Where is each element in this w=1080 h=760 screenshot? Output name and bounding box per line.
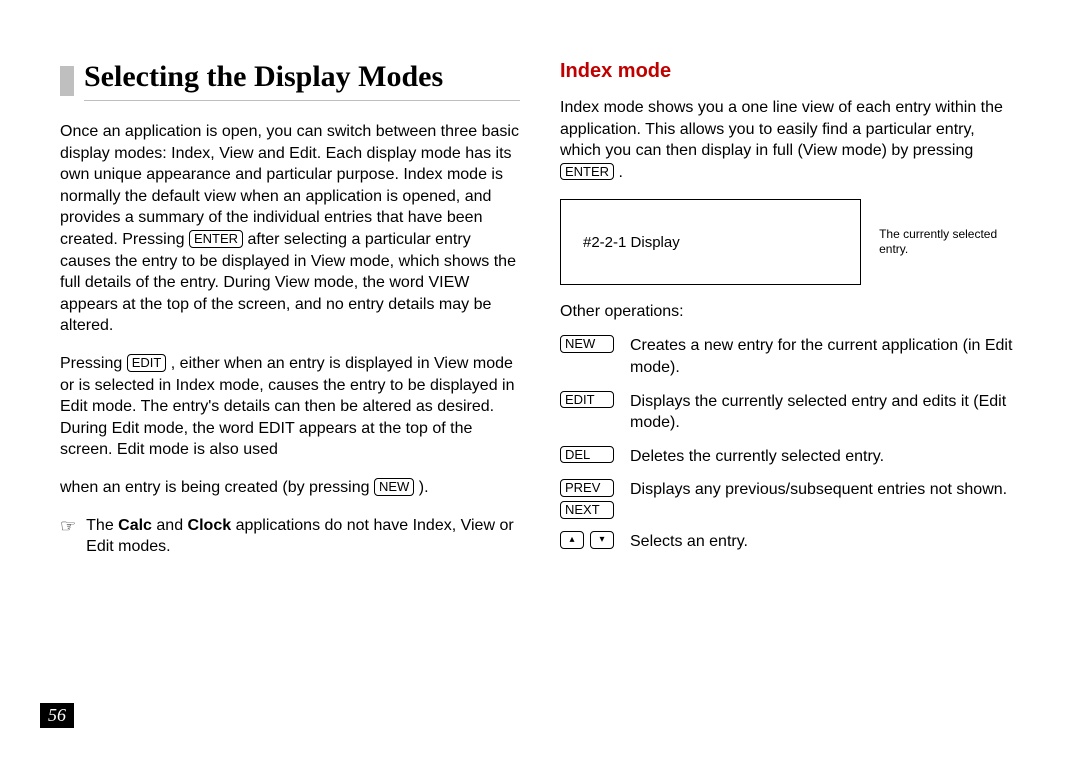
left-column: Selecting the Display Modes Once an appl… (60, 60, 520, 574)
new-key-icon-2: NEW (560, 335, 614, 353)
manual-page: Selecting the Display Modes Once an appl… (0, 0, 1080, 760)
op-row-new: NEW Creates a new entry for the current … (560, 335, 1020, 378)
op-keys: NEW (560, 335, 614, 353)
page-number: 56 (40, 703, 74, 728)
op-row-del: DEL Deletes the currently selected entry… (560, 446, 1020, 468)
op-desc: Creates a new entry for the current appl… (630, 335, 1020, 378)
section-title: Index mode (560, 60, 1020, 83)
op-keys: ▴ ▾ (560, 531, 614, 549)
op-desc: Selects an entry. (630, 531, 748, 553)
op-keys: EDIT (560, 391, 614, 409)
paragraph-2a: Pressing (60, 355, 127, 372)
heading-row: Selecting the Display Modes (60, 60, 520, 101)
note-text: The Calc and Clock applications do not h… (86, 515, 520, 558)
op-row-arrows: ▴ ▾ Selects an entry. (560, 531, 1020, 553)
paragraph-1: Once an application is open, you can swi… (60, 121, 520, 337)
next-key-icon: NEXT (560, 501, 614, 519)
note-mid: and (152, 517, 188, 534)
edit-key-icon: EDIT (127, 354, 167, 372)
example-display-text: #2-2-1 Display (583, 234, 680, 251)
index-intro-a: Index mode shows you a one line view of … (560, 99, 1003, 159)
down-arrow-key-icon: ▾ (590, 531, 614, 549)
paragraph-3: when an entry is being created (by press… (60, 477, 520, 499)
op-row-edit: EDIT Displays the currently selected ent… (560, 391, 1020, 434)
new-key-icon: NEW (374, 478, 414, 496)
pointing-hand-icon: ☞ (60, 517, 76, 535)
example-display-box: #2-2-1 Display (560, 199, 861, 285)
enter-key-icon-2: ENTER (560, 163, 614, 181)
paragraph-3a: when an entry is being created (by press… (60, 479, 374, 496)
example-display-row: #2-2-1 Display The currently selected en… (560, 199, 1020, 285)
paragraph-1a: Once an application is open, you can swi… (60, 123, 519, 248)
up-arrow-key-icon: ▴ (560, 531, 584, 549)
op-row-prev-next: PREV NEXT Displays any previous/subseque… (560, 479, 1020, 518)
note-calc: Calc (118, 517, 152, 534)
op-desc: Displays any previous/subsequent entries… (630, 479, 1007, 501)
op-keys: PREV NEXT (560, 479, 614, 518)
op-keys: DEL (560, 446, 614, 464)
note-clock: Clock (188, 517, 232, 534)
index-intro-b: . (619, 164, 623, 181)
heading-accent-bar (60, 66, 74, 96)
other-operations-title: Other operations: (560, 303, 1020, 321)
right-column: Index mode Index mode shows you a one li… (560, 60, 1020, 574)
op-desc: Deletes the currently selected entry. (630, 446, 884, 468)
paragraph-2: Pressing EDIT , either when an entry is … (60, 353, 520, 461)
index-intro: Index mode shows you a one line view of … (560, 97, 1020, 183)
prev-key-icon: PREV (560, 479, 614, 497)
enter-key-icon: ENTER (189, 230, 243, 248)
two-column-layout: Selecting the Display Modes Once an appl… (60, 60, 1020, 574)
example-display-caption: The currently selected entry. (879, 227, 1020, 258)
note-a: The (86, 517, 118, 534)
del-key-icon: DEL (560, 446, 614, 464)
paragraph-3b: ). (419, 479, 429, 496)
edit-key-icon-2: EDIT (560, 391, 614, 409)
op-desc: Displays the currently selected entry an… (630, 391, 1020, 434)
note-row: ☞ The Calc and Clock applications do not… (60, 515, 520, 558)
page-title: Selecting the Display Modes (84, 60, 520, 101)
